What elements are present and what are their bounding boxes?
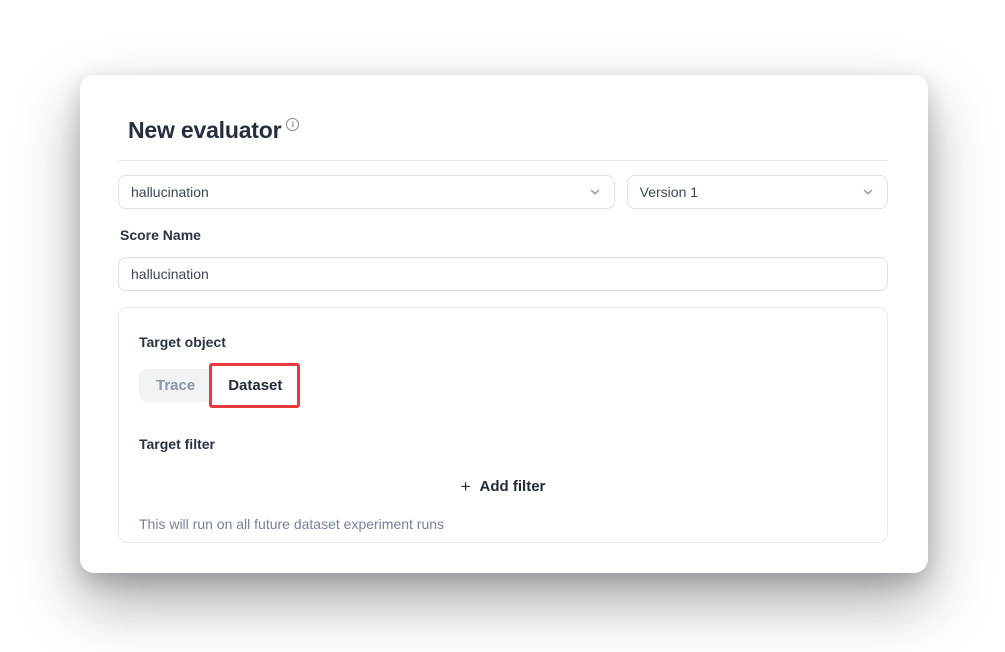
evaluator-select[interactable]: hallucination — [118, 175, 615, 209]
modal-header: New evaluator i — [128, 117, 888, 144]
score-name-input[interactable] — [118, 257, 888, 291]
version-select[interactable]: Version 1 — [627, 175, 888, 209]
target-section: Target object Trace Dataset Target filte… — [118, 307, 888, 543]
target-helper-text: This will run on all future dataset expe… — [139, 516, 867, 532]
info-icon[interactable]: i — [286, 118, 299, 131]
chevron-down-icon — [588, 185, 602, 199]
segment-dataset-wrapper: Dataset — [212, 369, 298, 402]
chevron-down-icon — [861, 185, 875, 199]
target-object-label: Target object — [139, 334, 226, 350]
version-select-value: Version 1 — [640, 184, 698, 200]
desktop-background: { "modal": { "title": "New evaluator", "… — [0, 0, 1005, 652]
target-object-segmented-control: Trace Dataset — [139, 369, 867, 402]
segment-dataset-button[interactable]: Dataset — [212, 369, 298, 402]
segment-trace-button[interactable]: Trace — [139, 369, 212, 402]
plus-icon: + — [461, 478, 471, 495]
add-filter-row: + Add filter — [139, 472, 867, 501]
add-filter-button[interactable]: + Add filter — [451, 472, 556, 501]
new-evaluator-modal: New evaluator i hallucination Version 1 … — [80, 75, 928, 573]
evaluator-select-value: hallucination — [131, 184, 209, 200]
header-divider — [118, 160, 888, 161]
evaluator-version-row: hallucination Version 1 — [118, 175, 888, 209]
score-name-label: Score Name — [120, 227, 888, 243]
page-title: New evaluator — [128, 117, 281, 144]
target-filter-label: Target filter — [139, 436, 867, 452]
add-filter-label: Add filter — [480, 478, 546, 495]
